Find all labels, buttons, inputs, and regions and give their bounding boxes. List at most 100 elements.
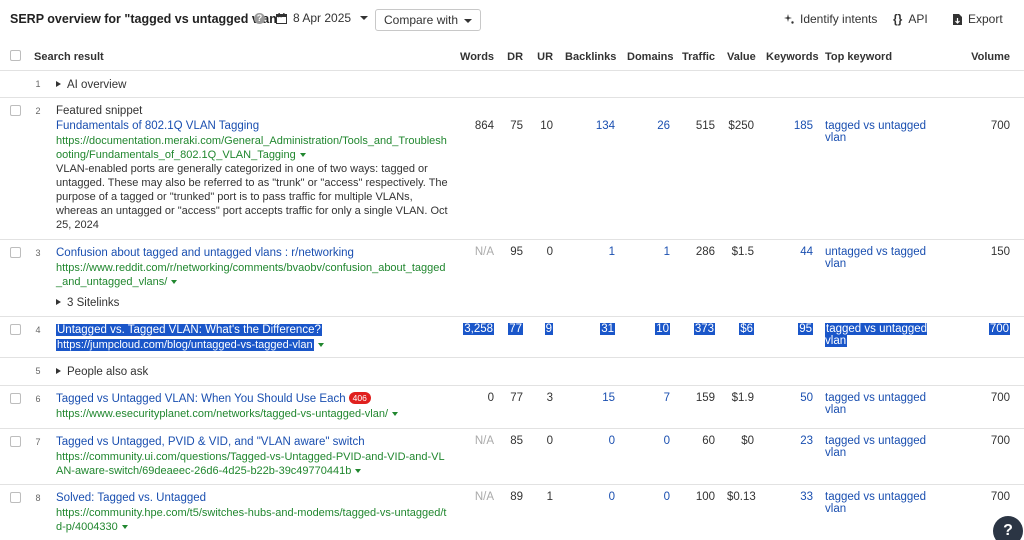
chevron-down-icon[interactable] — [121, 524, 128, 529]
backlinks-value[interactable]: 31 — [600, 322, 616, 335]
keywords-value[interactable]: 33 — [760, 484, 820, 540]
result-url[interactable]: https://documentation.meraki.com/General… — [56, 134, 448, 162]
dr-value: 95 — [500, 239, 530, 317]
position-number: 4 — [26, 316, 50, 358]
sparkle-icon — [784, 14, 794, 24]
ur-value: 0 — [529, 428, 560, 485]
chevron-down-icon[interactable] — [171, 279, 178, 284]
table-row: 3 Confusion about tagged and untagged vl… — [0, 239, 1024, 317]
domains-value[interactable]: 1 — [621, 239, 677, 317]
domains-value[interactable]: 26 — [621, 97, 677, 240]
traffic-value: 100 — [676, 484, 722, 540]
result-title[interactable]: Tagged vs Untagged VLAN: When You Should… — [56, 393, 346, 405]
result-url[interactable]: https://www.reddit.com/r/networking/comm… — [56, 261, 448, 289]
position-number: 5 — [26, 357, 50, 386]
row-checkbox[interactable] — [10, 392, 21, 404]
domains-value[interactable]: 0 — [621, 484, 677, 540]
chevron-down-icon[interactable] — [355, 468, 362, 473]
value-value: $0.13 — [721, 484, 761, 540]
domains-value[interactable]: 0 — [621, 428, 677, 485]
keywords-value[interactable]: 95 — [798, 322, 814, 335]
keywords-value[interactable]: 23 — [760, 428, 820, 485]
col-traffic[interactable]: Traffic — [676, 44, 722, 71]
words-value: 864 — [454, 97, 501, 240]
col-ur[interactable]: UR — [529, 44, 560, 71]
traffic-value: 373 — [693, 322, 716, 335]
result-title[interactable]: Untagged vs. Tagged VLAN: What's the Dif… — [56, 323, 322, 336]
ai-overview-toggle[interactable]: AI overview — [56, 79, 126, 91]
col-value[interactable]: Value — [721, 44, 761, 71]
traffic-value: 159 — [676, 385, 722, 429]
row-checkbox[interactable] — [10, 435, 21, 447]
date-picker[interactable]: 8 Apr 2025 — [276, 11, 369, 25]
export-icon — [953, 13, 962, 25]
sitelinks-toggle[interactable]: 3 Sitelinks — [56, 296, 448, 310]
result-url-text: https://documentation.meraki.com/General… — [56, 134, 447, 161]
col-volume[interactable]: Volume — [956, 44, 1024, 71]
value-value: $1.5 — [721, 239, 761, 317]
result-title[interactable]: Fundamentals of 802.1Q VLAN Tagging — [56, 119, 448, 134]
result-title[interactable]: Tagged vs Untagged, PVID & VID, and "VLA… — [56, 435, 448, 450]
top-keyword-link[interactable]: untagged vs tagged vlan — [819, 239, 957, 317]
position-number: 8 — [26, 484, 50, 540]
ur-value: 3 — [529, 385, 560, 429]
help-chat-button[interactable]: ? — [993, 516, 1023, 540]
result-url[interactable]: https://www.esecurityplanet.com/networks… — [56, 407, 448, 421]
table-row: 4 Untagged vs. Tagged VLAN: What's the D… — [0, 316, 1024, 358]
col-top-keyword[interactable]: Top keyword — [819, 44, 957, 71]
keywords-value[interactable]: 185 — [760, 97, 820, 240]
col-keywords[interactable]: Keywords — [760, 44, 820, 71]
position-number: 1 — [26, 70, 50, 98]
keywords-value[interactable]: 50 — [760, 385, 820, 429]
result-title[interactable]: Solved: Tagged vs. Untagged — [56, 491, 448, 506]
row-checkbox[interactable] — [10, 323, 21, 335]
chevron-down-icon[interactable] — [317, 342, 324, 347]
result-url[interactable]: https://jumpcloud.com/blog/untagged-vs-t… — [56, 338, 314, 351]
people-also-ask-toggle[interactable]: People also ask — [56, 366, 148, 378]
top-keyword-link[interactable]: tagged vs untagged vlan — [819, 385, 957, 429]
traffic-value: 286 — [676, 239, 722, 317]
table-row: 8 Solved: Tagged vs. Untagged https://co… — [0, 484, 1024, 540]
chevron-down-icon[interactable] — [392, 411, 398, 416]
result-title[interactable]: Confusion about tagged and untagged vlan… — [56, 246, 448, 261]
keywords-value[interactable]: 44 — [760, 239, 820, 317]
backlinks-value[interactable]: 1 — [559, 239, 622, 317]
top-keyword-link[interactable]: tagged vs untagged vlan — [819, 428, 957, 485]
top-keyword-link[interactable]: tagged vs untagged vlan — [825, 322, 928, 347]
result-snippet: VLAN-enabled ports are generally categor… — [56, 162, 448, 231]
compare-with-button[interactable]: Compare with — [375, 9, 482, 31]
row-checkbox[interactable] — [10, 104, 21, 116]
identify-intents-button[interactable]: Identify intents — [784, 12, 877, 26]
chevron-down-icon[interactable] — [299, 152, 306, 157]
export-button[interactable]: Export — [953, 12, 1003, 26]
result-type: Featured snippet — [56, 104, 143, 117]
row-checkbox[interactable] — [10, 246, 21, 258]
select-all-checkbox[interactable] — [10, 50, 21, 62]
result-url[interactable]: https://community.ui.com/questions/Tagge… — [56, 450, 448, 478]
col-backlinks[interactable]: Backlinks — [559, 44, 622, 71]
help-icon[interactable]: ? — [254, 13, 265, 24]
top-keyword-link[interactable]: tagged vs untagged vlan — [819, 484, 957, 540]
dr-value: 75 — [500, 97, 530, 240]
ur-value: 9 — [544, 322, 554, 335]
domains-value[interactable]: 7 — [621, 385, 677, 429]
backlinks-value[interactable]: 15 — [559, 385, 622, 429]
table-row: 2 Featured snippet Fundamentals of 802.1… — [0, 97, 1024, 240]
col-search-result[interactable]: Search result — [26, 44, 455, 71]
export-label: Export — [968, 12, 1003, 26]
col-words[interactable]: Words — [454, 44, 501, 71]
api-label: API — [908, 12, 928, 26]
result-url[interactable]: https://community.hpe.com/t5/switches-hu… — [56, 506, 448, 534]
backlinks-value[interactable]: 0 — [559, 484, 622, 540]
col-dr[interactable]: DR — [500, 44, 530, 71]
row-checkbox[interactable] — [10, 491, 21, 503]
domains-value[interactable]: 10 — [655, 322, 671, 335]
ai-overview-label: AI overview — [67, 78, 127, 91]
col-domains[interactable]: Domains — [621, 44, 677, 71]
position-number: 2 — [26, 97, 50, 240]
api-button[interactable]: {} API — [893, 12, 928, 26]
compare-with-label: Compare with — [384, 13, 459, 27]
backlinks-value[interactable]: 0 — [559, 428, 622, 485]
top-keyword-link[interactable]: tagged vs untagged vlan — [819, 97, 957, 240]
backlinks-value[interactable]: 134 — [559, 97, 622, 240]
